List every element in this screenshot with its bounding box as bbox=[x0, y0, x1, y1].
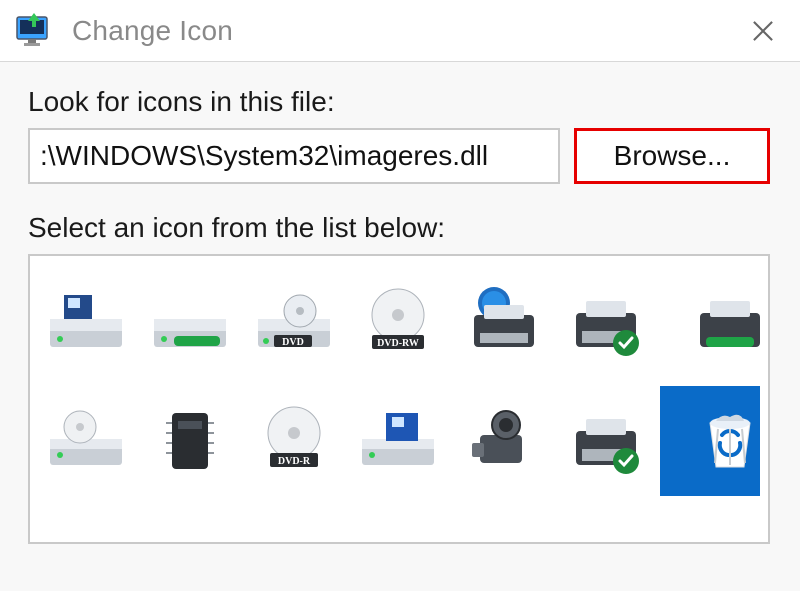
printer-check-icon[interactable] bbox=[556, 268, 656, 378]
titlebar: Change Icon bbox=[0, 0, 800, 62]
svg-text:DVD: DVD bbox=[282, 337, 304, 348]
file-path-input[interactable] bbox=[28, 128, 560, 184]
close-button[interactable] bbox=[740, 8, 786, 54]
printer-green-bar-icon[interactable] bbox=[660, 268, 760, 378]
icon-partial-1[interactable] bbox=[36, 504, 136, 544]
floppy-drive-icon[interactable] bbox=[36, 268, 136, 378]
svg-text:DVD-R: DVD-R bbox=[278, 456, 311, 467]
icon-partial-4[interactable] bbox=[348, 504, 448, 544]
icon-partial-2[interactable] bbox=[140, 504, 240, 544]
network-printer-icon[interactable] bbox=[452, 268, 552, 378]
file-path-label: Look for icons in this file: bbox=[28, 86, 770, 118]
camcorder-icon[interactable] bbox=[452, 386, 552, 496]
icon-grid: DVD DVD-RW bbox=[36, 268, 762, 544]
icon-partial-3[interactable] bbox=[244, 504, 344, 544]
chip-icon[interactable] bbox=[140, 386, 240, 496]
file-row: Browse... bbox=[28, 128, 770, 184]
icon-partial-5[interactable] bbox=[452, 504, 552, 544]
svg-text:DVD-RW: DVD-RW bbox=[377, 338, 419, 349]
browse-button[interactable]: Browse... bbox=[574, 128, 770, 184]
dvd-drive-icon[interactable]: DVD bbox=[244, 268, 344, 378]
dialog-content: Look for icons in this file: Browse... S… bbox=[0, 62, 800, 591]
display-settings-icon bbox=[14, 11, 54, 51]
printer-default-icon[interactable] bbox=[556, 386, 656, 496]
icon-list: DVD DVD-RW bbox=[28, 254, 770, 544]
window-title: Change Icon bbox=[72, 15, 740, 47]
optical-drive-icon[interactable] bbox=[36, 386, 136, 496]
floppy-drive-blue-icon[interactable] bbox=[348, 386, 448, 496]
icon-partial-7[interactable] bbox=[660, 504, 760, 544]
icon-partial-6[interactable] bbox=[556, 504, 656, 544]
icon-list-label: Select an icon from the list below: bbox=[28, 212, 770, 244]
recycle-bin-full-icon[interactable] bbox=[660, 386, 760, 496]
drive-green-bar-icon[interactable] bbox=[140, 268, 240, 378]
dvd-r-disc-icon[interactable]: DVD-R bbox=[244, 386, 344, 496]
dvd-rw-disc-icon[interactable]: DVD-RW bbox=[348, 268, 448, 378]
